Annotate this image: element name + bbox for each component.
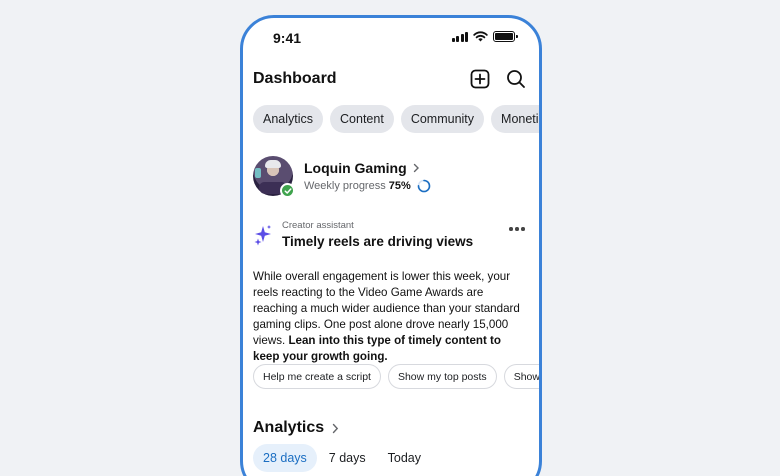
range-today[interactable]: Today	[378, 444, 431, 472]
tab-monetization[interactable]: Monetization	[491, 105, 539, 133]
phone-frame: 9:41 Dashboard Analytics Content Communi…	[240, 15, 542, 476]
profile-name: Loquin Gaming	[304, 159, 407, 176]
battery-icon	[493, 31, 518, 42]
avatar	[253, 156, 295, 198]
more-options-icon[interactable]	[509, 224, 527, 234]
date-range-tabs: 28 days 7 days Today	[253, 444, 431, 472]
profile-row[interactable]: Loquin Gaming Weekly progress 75%	[253, 154, 527, 198]
progress-ring-icon	[417, 179, 431, 192]
page-title: Dashboard	[253, 70, 337, 87]
wifi-icon	[473, 31, 488, 42]
tab-analytics[interactable]: Analytics	[253, 105, 324, 133]
range-7-days[interactable]: 7 days	[319, 444, 376, 472]
verified-check-icon	[280, 183, 295, 198]
assistant-header: Creator assistant Timely reels are drivi…	[253, 220, 527, 249]
tab-content[interactable]: Content	[330, 105, 394, 133]
assistant-label: Creator assistant	[282, 220, 354, 231]
section-tabs: Analytics Content Community Monetization	[253, 105, 539, 133]
search-icon[interactable]	[505, 68, 527, 90]
analytics-header[interactable]: Analytics	[253, 419, 339, 437]
range-28-days[interactable]: 28 days	[253, 444, 317, 472]
app-header: Dashboard	[253, 66, 527, 92]
weekly-progress-value: 75%	[388, 179, 411, 192]
tab-community[interactable]: Community	[400, 105, 485, 133]
status-icons	[451, 31, 518, 42]
weekly-progress: Weekly progress 75%	[304, 179, 431, 193]
status-bar: 9:41	[243, 18, 539, 58]
suggestion-top-posts[interactable]: Show my top posts	[387, 364, 497, 389]
assistant-card: Creator assistant Timely reels are drivi…	[253, 220, 527, 365]
suggestion-create-script[interactable]: Help me create a script	[253, 364, 381, 389]
sparkle-icon	[254, 225, 271, 246]
status-time: 9:41	[273, 30, 302, 46]
cellular-signal-icon	[451, 31, 468, 42]
header-actions	[469, 68, 527, 90]
suggestion-more[interactable]: Show me	[503, 364, 539, 389]
chevron-right-icon	[413, 163, 419, 172]
chevron-right-icon	[332, 423, 339, 433]
assistant-title: Timely reels are driving views	[282, 234, 474, 249]
assistant-message-emphasis: Lean into this type of timely content to…	[253, 334, 501, 363]
plus-square-icon[interactable]	[469, 68, 491, 90]
analytics-title: Analytics	[253, 419, 325, 436]
suggestion-chips: Help me create a script Show my top post…	[253, 364, 539, 389]
profile-text: Loquin Gaming Weekly progress 75%	[304, 160, 431, 193]
weekly-progress-label: Weekly progress	[304, 179, 386, 192]
assistant-message: While overall engagement is lower this w…	[253, 269, 529, 365]
